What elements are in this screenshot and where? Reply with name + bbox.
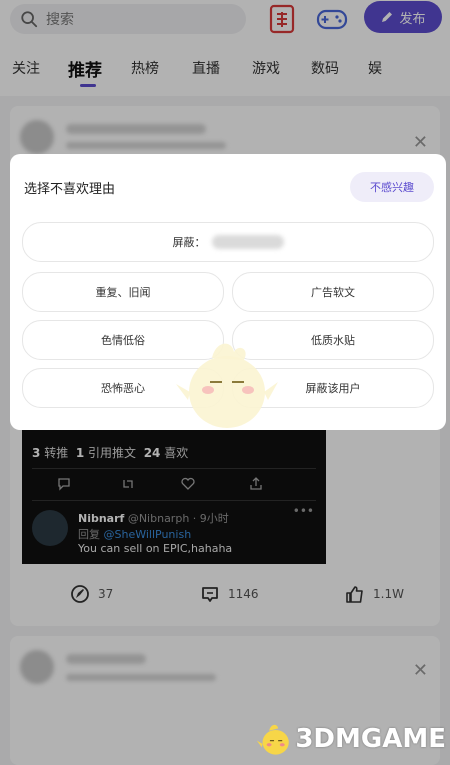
- watermark-text: 3DMGAME: [295, 724, 446, 754]
- reason-option[interactable]: 广告软文: [232, 272, 434, 312]
- block-keyword-option[interactable]: 屏蔽：: [22, 222, 434, 262]
- watermark: 3DMGAME: [256, 716, 446, 762]
- dialog-title: 选择不喜欢理由: [24, 182, 116, 197]
- block-label: 屏蔽：: [172, 236, 206, 249]
- not-interested-button[interactable]: 不感兴趣: [350, 172, 434, 202]
- mascot-logo-icon: [256, 724, 289, 755]
- mascot-watermark-icon: [176, 343, 278, 428]
- reason-option[interactable]: 重复、旧闻: [22, 272, 224, 312]
- blurred-keyword: [211, 235, 284, 249]
